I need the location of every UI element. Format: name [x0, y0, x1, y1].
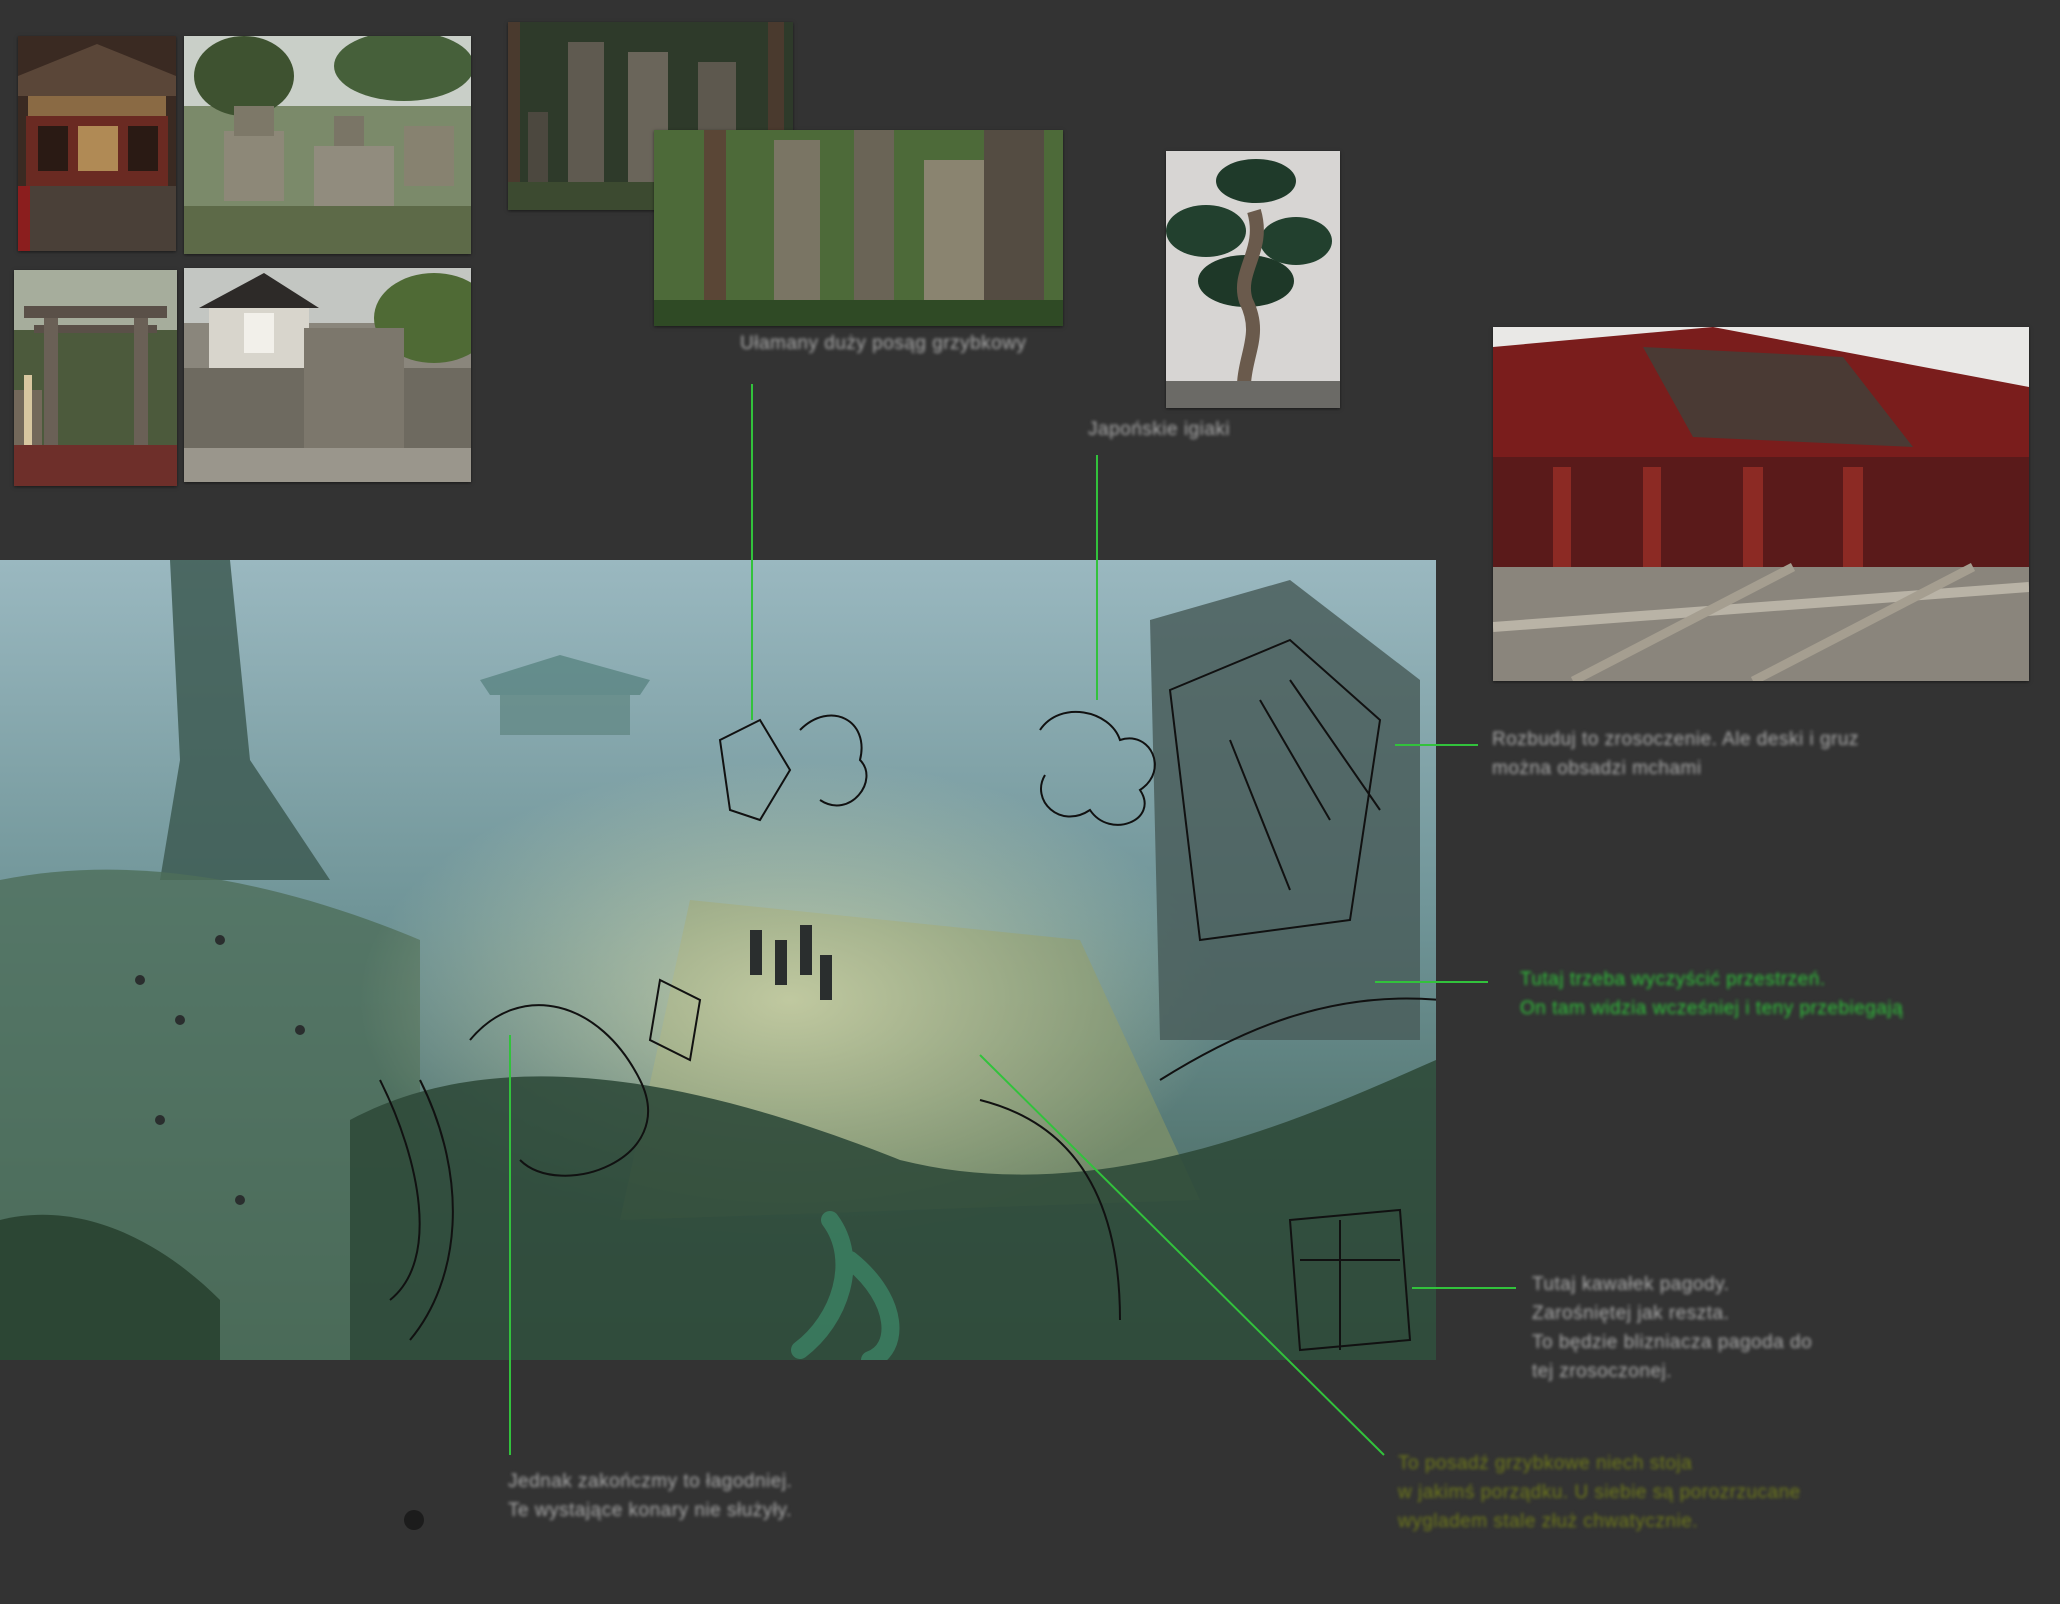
ref-small-shrine-steps: [184, 268, 471, 482]
note-line: Jednak zakończmy to łagodniej.: [508, 1471, 793, 1492]
note-soften-ending: Jednak zakończmy to łagodniej. Te wystaj…: [508, 1467, 792, 1525]
note-line: można obsadzi mchami: [1492, 758, 1702, 779]
ref-stone-cemetery: [184, 36, 471, 254]
note-clear-space: Tutaj trzeba wyczyścić przestrzeń. On ta…: [1520, 965, 1903, 1023]
ref-ruined-red-temple: [1493, 327, 2029, 681]
ref-torii-gate: [14, 270, 177, 486]
note-line: Ułamany duży posąg grzybkowy: [740, 333, 1027, 354]
note-line: Rozbuduj to zrosoczenie. Ale deski i gru…: [1492, 729, 1859, 750]
note-line: tej zrosoczonej.: [1532, 1361, 1673, 1382]
note-line: Te wystające konary nie służyły.: [508, 1500, 792, 1521]
note-line: wygladem stale złuż chwatycznie.: [1398, 1511, 1699, 1532]
note-line: Tutaj kawałek pagody.: [1532, 1274, 1730, 1295]
note-line: To będzie blizniacza pagoda do: [1532, 1332, 1813, 1353]
ref-shrine-ornate: [18, 36, 176, 251]
note-line: Japońskie igiaki: [1088, 419, 1231, 440]
note-expand-ruin: Rozbuduj to zrosoczenie. Ale deski i gru…: [1492, 725, 1859, 783]
note-broken-statue: Ułamany duży posąg grzybkowy: [740, 329, 1026, 358]
note-japanese-trees: Japońskie igiaki: [1088, 415, 1230, 444]
sketch-dot-marker: [404, 1510, 424, 1530]
concept-painting: [0, 560, 1436, 1360]
moodboard-canvas: Ułamany duży posąg grzybkowy Japońskie i…: [0, 0, 2060, 1604]
ref-japanese-pine: [1166, 151, 1340, 408]
note-pagoda-piece: Tutaj kawałek pagody. Zarośniętej jak re…: [1532, 1270, 1812, 1386]
note-line: Zarośniętej jak reszta.: [1532, 1303, 1730, 1324]
note-line: On tam widzia wcześniej i teny przebiega…: [1520, 998, 1904, 1019]
note-line: w jakimś porządku. U siebie są porozrzuc…: [1398, 1482, 1801, 1503]
ref-moss-pagodas: [654, 130, 1063, 326]
note-statue-order: To posadź grzybkowe niech stoja w jakimś…: [1398, 1449, 1801, 1536]
note-line: To posadź grzybkowe niech stoja: [1398, 1453, 1693, 1474]
note-line: Tutaj trzeba wyczyścić przestrzeń.: [1520, 969, 1826, 990]
